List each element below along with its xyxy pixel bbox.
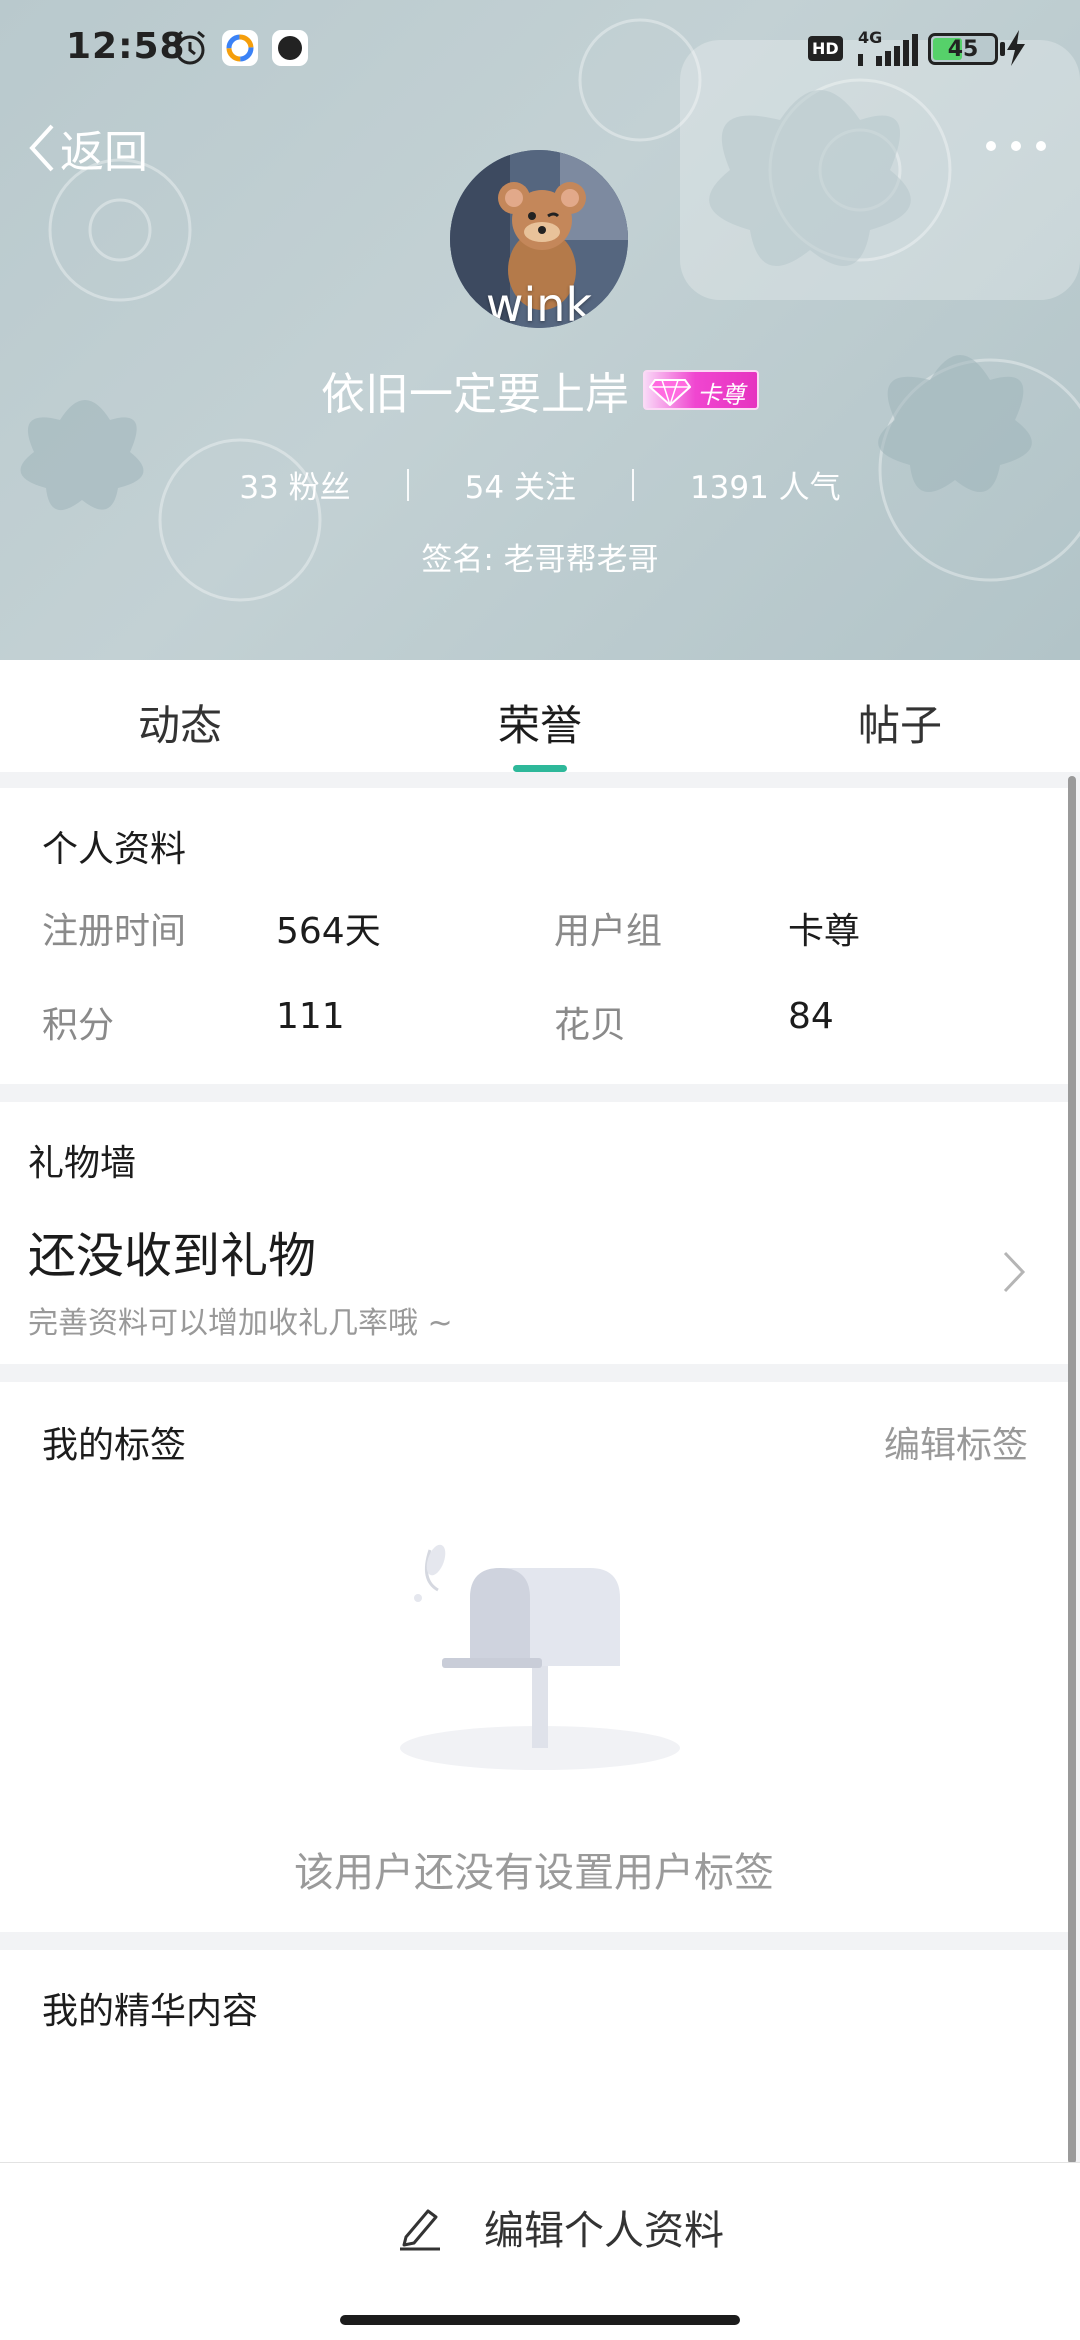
edit-profile-button[interactable]: 编辑个人资料: [396, 2195, 724, 2259]
avatar-caption: wink: [485, 278, 593, 328]
profile-info-title: 个人资料: [42, 829, 187, 870]
app-store-icon: [222, 30, 258, 66]
tags-card: 我的标签 编辑标签 该用户还没有设置用户标签: [0, 1382, 1068, 1932]
username: 依旧一定要上岸: [321, 369, 629, 420]
register-time-label: 注册时间: [42, 911, 187, 952]
huabei-label: 花贝: [554, 1005, 627, 1046]
profile-info-card: 个人资料 注册时间 564天 用户组 卡尊 积分 111 花贝 84: [0, 788, 1068, 1084]
edit-tags-button[interactable]: 编辑标签: [884, 1416, 1028, 1468]
battery-level: 45: [947, 37, 979, 62]
tab-dynamics[interactable]: 动态: [0, 660, 360, 772]
tab-label: 帖子: [857, 701, 942, 750]
pencil-icon: [400, 2209, 440, 2251]
scrollbar[interactable]: [1068, 776, 1076, 2164]
tab-label: 荣誉: [497, 701, 582, 750]
stats-row: 33 粉丝 54 关注 1391 人气: [0, 462, 1080, 507]
points-value: 111: [276, 996, 345, 1037]
tab-posts[interactable]: 帖子: [720, 660, 1080, 772]
more-dot-icon: [1011, 141, 1021, 151]
stat-following[interactable]: 54 关注: [409, 462, 632, 507]
tab-label: 动态: [137, 701, 222, 750]
points-label: 积分: [42, 1005, 115, 1046]
user-group-value: 卡尊: [788, 911, 861, 952]
username-row: 依旧一定要上岸 卡尊: [0, 358, 1080, 422]
battery-icon: 45: [928, 33, 998, 65]
charging-icon: [1007, 30, 1025, 66]
huabei-value: 84: [788, 996, 834, 1037]
stat-divider: [631, 468, 634, 501]
more-dot-icon: [986, 141, 996, 151]
more-dot-icon: [1036, 141, 1046, 151]
profile-tabs: 动态 荣誉 帖子: [0, 660, 1080, 772]
active-tab-indicator: [513, 765, 567, 772]
stat-popularity: 1391 人气: [689, 470, 841, 506]
diamond-icon: [649, 379, 691, 406]
signal-icon: [858, 34, 918, 66]
profile-header: 12:58 HD 4G 45 返回 wink 依旧一定要上岸 卡尊 33 粉丝 …: [0, 0, 1080, 660]
back-label: 返回: [60, 127, 148, 178]
chevron-right-icon: [1003, 1251, 1026, 1293]
avatar[interactable]: wink: [450, 150, 628, 328]
status-time: 12:58: [66, 26, 186, 67]
home-indicator[interactable]: [340, 2315, 740, 2325]
stat-divider: [406, 468, 409, 501]
tags-title: 我的标签: [42, 1425, 187, 1466]
status-bar: 12:58 HD 4G 45: [0, 0, 1080, 100]
tab-honors[interactable]: 荣誉: [360, 660, 720, 772]
empty-mailbox-icon: [400, 1544, 680, 1770]
signature: 签名: 老哥帮老哥: [421, 542, 659, 578]
register-time-value: 564天: [276, 911, 381, 952]
tags-empty-message: 该用户还没有设置用户标签: [294, 1850, 774, 1896]
vip-badge-label: 卡尊: [697, 381, 745, 409]
vip-badge[interactable]: 卡尊: [643, 370, 759, 410]
featured-title: 我的精华内容: [42, 1991, 259, 2032]
more-options-button[interactable]: [986, 128, 1046, 164]
hd-badge: HD: [808, 36, 843, 61]
featured-content-card: 我的精华内容: [0, 1950, 1068, 2162]
chevron-left-icon: [29, 124, 54, 172]
alarm-icon: [175, 30, 205, 65]
music-app-icon: [272, 30, 308, 66]
gift-wall-empty-title: 还没收到礼物: [28, 1228, 317, 1284]
gift-wall-card[interactable]: 礼物墙 还没收到礼物 完善资料可以增加收礼几率哦 ~: [0, 1102, 1068, 1364]
gift-wall-hint: 完善资料可以增加收礼几率哦 ~: [28, 1306, 453, 1341]
stat-fans[interactable]: 33 粉丝: [183, 462, 406, 507]
bottom-action-bar: 编辑个人资料: [0, 2162, 1080, 2340]
edit-profile-label: 编辑个人资料: [484, 2208, 724, 2254]
gift-wall-title: 礼物墙: [28, 1143, 137, 1184]
user-group-label: 用户组: [554, 911, 663, 952]
back-button[interactable]: 返回: [26, 118, 148, 178]
